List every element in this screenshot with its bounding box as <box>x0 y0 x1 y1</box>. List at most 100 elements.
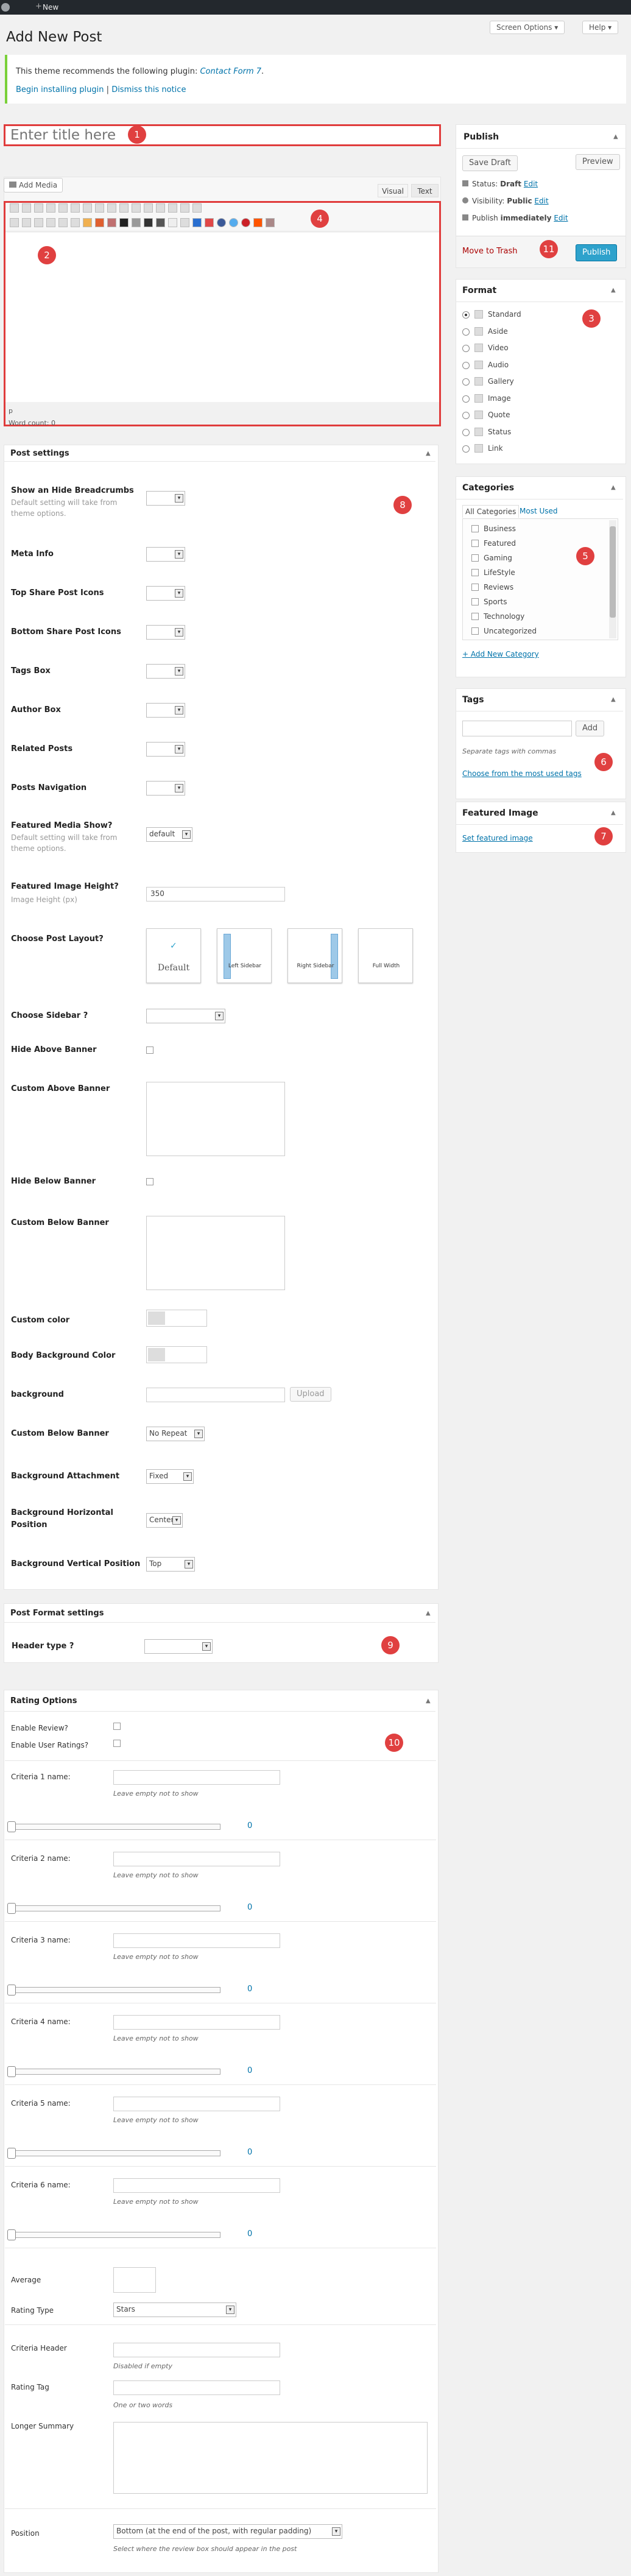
criteria-name-input[interactable] <box>113 1852 280 1866</box>
layout-option-full-width[interactable]: Full Width <box>358 928 413 983</box>
format-radio[interactable] <box>462 345 470 352</box>
collapse-icon[interactable]: ▲ <box>611 484 616 491</box>
custom-color-picker[interactable] <box>146 1310 207 1327</box>
category-checkbox[interactable] <box>471 569 479 576</box>
sidebar-select[interactable]: ▾ <box>146 1009 225 1023</box>
dismiss-notice-link[interactable]: Dismiss this notice <box>111 85 186 94</box>
criteria-slider[interactable] <box>11 1824 220 1830</box>
tag-input[interactable] <box>462 721 572 736</box>
bg-attachment-select[interactable]: Fixed ▾ <box>146 1469 194 1484</box>
criteria-name-input[interactable] <box>113 2015 280 2030</box>
category-checkbox[interactable] <box>471 525 479 532</box>
body-bg-color-picker[interactable] <box>146 1346 207 1363</box>
criteria-slider[interactable] <box>11 2232 220 2238</box>
meta-info-select[interactable]: ▾ <box>146 547 185 562</box>
position-select[interactable]: Bottom (at the end of the post, with reg… <box>113 2524 342 2539</box>
rating-type-select[interactable]: Stars ▾ <box>113 2303 236 2317</box>
slider-handle[interactable] <box>7 2229 16 2240</box>
collapse-icon[interactable]: ▲ <box>611 287 616 294</box>
criteria-name-input[interactable] <box>113 2097 280 2111</box>
criteria-header-input[interactable] <box>113 2343 280 2357</box>
format-radio[interactable] <box>462 311 470 319</box>
criteria-slider[interactable] <box>11 2150 220 2156</box>
hide-below-checkbox[interactable] <box>146 1178 153 1185</box>
posts-navigation-select[interactable]: ▾ <box>146 781 185 796</box>
format-radio[interactable] <box>462 378 470 386</box>
category-checkbox[interactable] <box>471 613 479 620</box>
category-checkbox[interactable] <box>471 554 479 562</box>
add-new-category-link[interactable]: + Add New Category <box>462 650 539 658</box>
format-radio[interactable] <box>462 328 470 336</box>
edit-visibility-link[interactable]: Edit <box>534 197 548 205</box>
author-box-select[interactable]: ▾ <box>146 703 185 718</box>
add-media-button[interactable]: Add Media <box>4 178 63 192</box>
publish-button[interactable]: Publish <box>576 244 618 261</box>
move-to-trash-link[interactable]: Move to Trash <box>462 247 518 256</box>
enable-review-checkbox[interactable] <box>113 1723 121 1730</box>
category-checkbox[interactable] <box>471 540 479 547</box>
custom-below-textarea[interactable] <box>146 1216 285 1290</box>
help-button[interactable]: Help ▾ <box>582 21 619 34</box>
layout-option-right-sidebar[interactable]: Right Sidebar <box>287 928 342 983</box>
collapse-icon[interactable]: ▲ <box>426 450 431 457</box>
tab-text[interactable]: Text <box>411 184 439 197</box>
tags-box-select[interactable]: ▾ <box>146 664 185 679</box>
slider-handle[interactable] <box>7 1903 16 1914</box>
edit-status-link[interactable]: Edit <box>524 180 538 188</box>
slider-handle[interactable] <box>7 2148 16 2159</box>
slider-handle[interactable] <box>7 2066 16 2077</box>
save-draft-button[interactable]: Save Draft <box>462 155 518 171</box>
screen-options-button[interactable]: Screen Options ▾ <box>490 21 565 34</box>
featured-media-select[interactable]: default ▾ <box>146 827 192 842</box>
bg-vertical-select[interactable]: Top ▾ <box>146 1557 195 1572</box>
category-checkbox[interactable] <box>471 584 479 591</box>
category-checkbox[interactable] <box>471 598 479 605</box>
category-checkbox[interactable] <box>471 627 479 635</box>
bg-repeat-select[interactable]: No Repeat ▾ <box>146 1427 205 1441</box>
featured-height-input[interactable]: 350 <box>146 887 285 902</box>
header-type-select[interactable]: ▾ <box>144 1639 213 1654</box>
bottom-share-select[interactable]: ▾ <box>146 625 185 640</box>
slider-handle[interactable] <box>7 1985 16 1996</box>
layout-option-default[interactable]: ✓ Default <box>146 928 201 983</box>
related-posts-select[interactable]: ▾ <box>146 742 185 757</box>
breadcrumbs-select[interactable]: ▾ <box>146 491 185 506</box>
edit-schedule-link[interactable]: Edit <box>554 214 568 222</box>
collapse-icon[interactable]: ▲ <box>613 133 618 140</box>
post-title-input[interactable] <box>4 124 441 146</box>
contact-form-link[interactable]: Contact Form 7 <box>200 67 261 76</box>
new-menu-item[interactable]: New <box>43 3 58 12</box>
tab-most-used[interactable]: Most Used <box>520 507 558 515</box>
longer-summary-textarea[interactable] <box>113 2422 428 2494</box>
format-radio[interactable] <box>462 428 470 436</box>
average-input[interactable] <box>113 2267 156 2293</box>
criteria-name-input[interactable] <box>113 1933 280 1948</box>
collapse-icon[interactable]: ▲ <box>426 1698 431 1704</box>
format-radio[interactable] <box>462 361 470 369</box>
collapse-icon[interactable]: ▲ <box>611 696 616 703</box>
enable-user-ratings-checkbox[interactable] <box>113 1740 121 1747</box>
editor-body[interactable] <box>5 233 439 402</box>
criteria-slider[interactable] <box>11 1987 220 1993</box>
set-featured-image-link[interactable]: Set featured image <box>462 834 533 842</box>
criteria-slider[interactable] <box>11 2069 220 2075</box>
preview-button[interactable]: Preview <box>576 154 620 170</box>
criteria-name-input[interactable] <box>113 2178 280 2193</box>
bg-horizontal-select[interactable]: Center ▾ <box>146 1513 183 1528</box>
custom-above-textarea[interactable] <box>146 1082 285 1156</box>
upload-button[interactable]: Upload <box>290 1387 331 1402</box>
rating-tag-input[interactable] <box>113 2380 280 2395</box>
format-radio[interactable] <box>462 395 470 403</box>
criteria-name-input[interactable] <box>113 1770 280 1785</box>
slider-handle[interactable] <box>7 1821 16 1832</box>
format-radio[interactable] <box>462 445 470 453</box>
tab-visual[interactable]: Visual <box>378 184 408 197</box>
collapse-icon[interactable]: ▲ <box>426 1610 431 1617</box>
layout-option-left-sidebar[interactable]: Left Sidebar <box>217 928 272 983</box>
hide-above-checkbox[interactable] <box>146 1046 153 1054</box>
collapse-icon[interactable]: ▲ <box>611 810 616 816</box>
format-radio[interactable] <box>462 412 470 419</box>
top-share-select[interactable]: ▾ <box>146 586 185 601</box>
criteria-slider[interactable] <box>11 1905 220 1911</box>
wordpress-logo-icon[interactable] <box>1 3 10 12</box>
